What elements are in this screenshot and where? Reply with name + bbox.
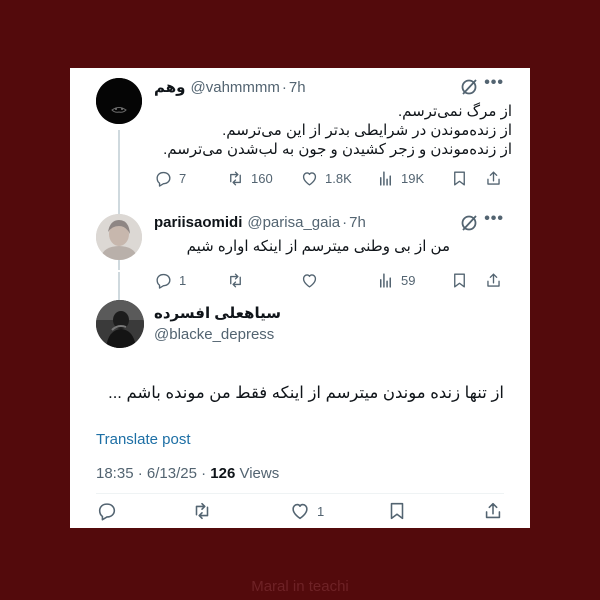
separator-dot: · [281, 78, 287, 96]
share-icon [487, 273, 500, 287]
reply-button[interactable] [96, 500, 118, 522]
repost-icon [230, 273, 241, 288]
repost-count: 160 [251, 171, 273, 186]
more-options-icon[interactable]: ••• [484, 210, 504, 228]
watermark: Maral in teachi [251, 578, 349, 595]
display-name[interactable]: وهم [154, 78, 186, 96]
action-bar: 1 59 [154, 271, 514, 293]
main-action-bar: 1 [96, 500, 506, 522]
repost-button[interactable]: 160 [226, 169, 273, 188]
grok-icon[interactable] [458, 76, 480, 98]
tweet-line: من از بی وطنی میترسم از اینکه اواره شیم [186, 238, 450, 255]
tweet-text: من از بی وطنی میترسم از اینکه اواره شیم [154, 237, 450, 256]
post-date[interactable]: 6/13/25 [147, 465, 197, 482]
views-icon [379, 273, 392, 288]
repost-button[interactable] [226, 271, 245, 290]
timestamp[interactable]: 7h [289, 79, 306, 96]
separator-dot: · [137, 465, 147, 482]
user-handle[interactable]: @vahmmmm [191, 79, 280, 96]
bookmark-icon [390, 502, 404, 520]
views-count: 126 [210, 465, 236, 482]
display-name[interactable]: pariisaomidi [154, 214, 242, 231]
translate-post-link[interactable]: Translate post [96, 431, 191, 448]
reply-icon [156, 273, 171, 289]
like-button[interactable]: 1 [289, 500, 324, 522]
display-name[interactable]: سیاهعلی افسرده [154, 304, 281, 322]
share-icon [485, 502, 501, 519]
heart-icon [302, 274, 317, 288]
action-bar: 7 160 1.8K 19K [154, 169, 514, 191]
user-handle[interactable]: @blacke_depress [154, 326, 274, 343]
grok-icon[interactable] [458, 212, 480, 234]
bookmark-button[interactable] [450, 271, 469, 290]
avatar[interactable] [96, 214, 142, 260]
share-button[interactable] [484, 271, 503, 290]
bookmark-button[interactable] [386, 500, 408, 522]
view-count: 59 [401, 273, 416, 288]
avatar[interactable] [96, 300, 144, 348]
thread-tweet-2[interactable]: pariisaomidi @parisa_gaia · 7h ••• من از… [70, 208, 530, 300]
share-icon [487, 171, 500, 185]
like-count: 1 [317, 503, 325, 519]
views-button[interactable]: 19K [376, 169, 424, 188]
tweet-header: pariisaomidi @parisa_gaia · 7h [154, 214, 366, 231]
like-count: 1.8K [325, 171, 352, 186]
repost-icon [195, 502, 209, 520]
timestamp[interactable]: 7h [349, 214, 366, 231]
main-tweet-handle-row: @blacke_depress [154, 326, 274, 343]
view-count: 19K [401, 171, 425, 186]
user-handle[interactable]: @parisa_gaia [247, 214, 340, 231]
divider [96, 493, 504, 494]
views-button[interactable]: 59 [376, 271, 415, 290]
reply-icon [156, 171, 171, 187]
main-tweet-text: از تنها زنده موندن میترسم از اینکه فقط م… [108, 384, 504, 402]
separator-dot: · [201, 465, 211, 482]
heart-icon [292, 503, 308, 520]
reply-button[interactable]: 1 [154, 271, 186, 290]
share-button[interactable] [482, 500, 504, 522]
bookmark-button[interactable] [450, 169, 469, 188]
separator-dot: · [342, 214, 348, 231]
bookmark-icon [454, 273, 465, 288]
tweet-line: از مرگ نمی‌ترسم. [397, 103, 512, 120]
like-button[interactable] [300, 271, 319, 290]
share-button[interactable] [484, 169, 503, 188]
repost-button[interactable] [191, 500, 213, 522]
avatar[interactable] [96, 78, 142, 124]
more-options-icon[interactable]: ••• [484, 74, 504, 92]
reply-count: 7 [179, 171, 187, 186]
repost-icon [230, 171, 241, 186]
reply-button[interactable]: 7 [154, 169, 186, 188]
tweet-line: از زنده‌موندن در شرایطی بدتر از این می‌ت… [222, 122, 512, 139]
main-tweet-name-row: سیاهعلی افسرده [154, 304, 281, 322]
tweet-line: از زنده‌موندن و زجر کشیدن و جون به لب‌شد… [163, 141, 512, 158]
post-time[interactable]: 18:35 [96, 465, 134, 482]
thread-tweet-1[interactable]: وهم @vahmmmm · 7h ••• از مرگ نمی‌ترسم. ا… [70, 68, 530, 208]
views-label: Views [239, 465, 280, 482]
post-meta: 18:35 · 6/13/25 · 126 Views [96, 465, 279, 482]
reply-count: 1 [179, 273, 187, 288]
tweet-card: وهم @vahmmmm · 7h ••• از مرگ نمی‌ترسم. ا… [70, 68, 530, 528]
like-button[interactable]: 1.8K [300, 169, 352, 188]
reply-icon [98, 503, 116, 521]
views-icon [379, 171, 392, 186]
bookmark-icon [454, 171, 465, 186]
tweet-header: وهم @vahmmmm · 7h [154, 78, 306, 97]
heart-icon [302, 172, 317, 186]
tweet-text: از مرگ نمی‌ترسم. از زنده‌موندن در شرایطی… [154, 102, 512, 159]
